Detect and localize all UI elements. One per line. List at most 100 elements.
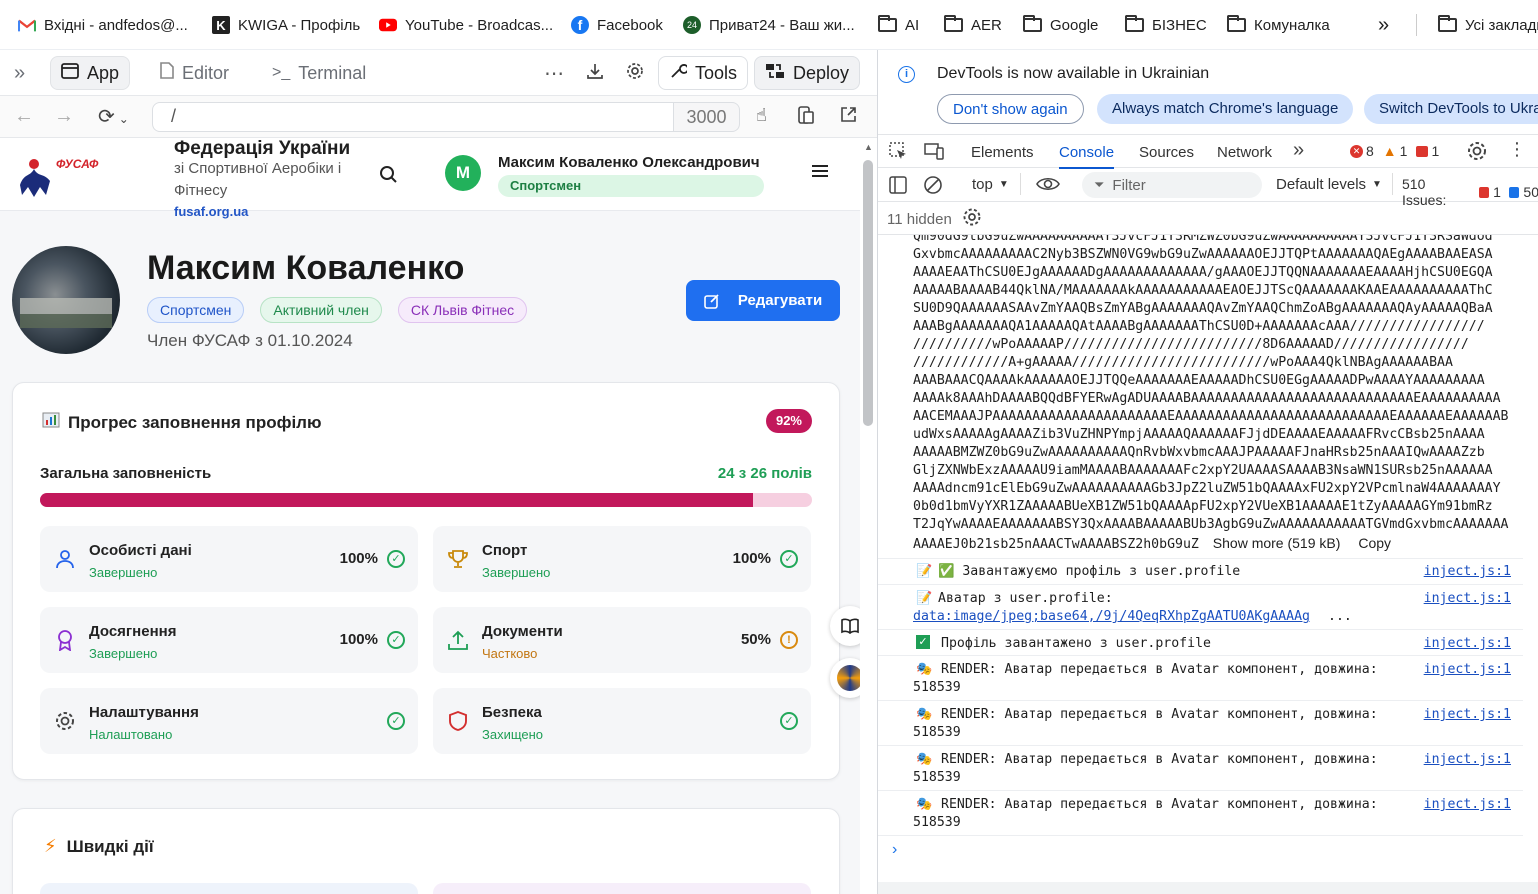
match-language-button[interactable]: Always match Chrome's language bbox=[1097, 94, 1354, 124]
context-selector[interactable]: top ▼ bbox=[972, 176, 1009, 193]
more-tabs-button[interactable]: » bbox=[1293, 139, 1304, 162]
error-counter[interactable]: ✕ 8 ▲ 1 1 bbox=[1350, 143, 1439, 159]
bookmark-kwiga[interactable]: K KWIGA - Профіль bbox=[212, 0, 360, 50]
console-message: Профіль завантажено з user.profile bbox=[941, 636, 1211, 651]
quick-action-item[interactable] bbox=[433, 883, 811, 894]
base64-line: SU0D9QAAAAAASAAvZmYAAQBsZmYABgAAAAAAAQAv… bbox=[913, 301, 1493, 316]
gmail-icon bbox=[18, 16, 36, 34]
tab-console[interactable]: Console bbox=[1059, 144, 1115, 169]
org-link[interactable]: fusaf.org.ua bbox=[174, 204, 248, 219]
quick-action-item[interactable] bbox=[40, 883, 418, 894]
section-personal[interactable]: Особисті дані Завершено 100% ✓ bbox=[40, 526, 418, 592]
source-link[interactable]: inject.js:1 bbox=[1424, 662, 1511, 677]
more-options-button[interactable]: ⋯ bbox=[534, 56, 574, 90]
club-badge: СК Львів Фітнес bbox=[397, 297, 528, 323]
bookmark-facebook[interactable]: f Facebook bbox=[571, 0, 663, 50]
fields-count: 24 з 26 полів bbox=[717, 465, 812, 482]
section-achievements[interactable]: Досягнення Завершено 100% ✓ bbox=[40, 607, 418, 673]
eye-icon[interactable] bbox=[1036, 176, 1060, 197]
divider bbox=[878, 790, 1523, 791]
reload-button[interactable]: ⟳ ⌄ bbox=[98, 104, 129, 129]
section-sport[interactable]: Спорт Завершено 100% ✓ bbox=[433, 526, 811, 592]
inspect-element-icon[interactable] bbox=[889, 142, 907, 165]
section-name: Досягнення bbox=[89, 623, 177, 640]
quick-actions-heading: ⚡ Швидкі дії bbox=[44, 836, 154, 857]
bookmark-folder-aer[interactable]: AER bbox=[944, 0, 1002, 50]
switch-language-button[interactable]: Switch DevTools to Ukrainian bbox=[1364, 94, 1538, 124]
dont-show-again-button[interactable]: Don't show again bbox=[937, 94, 1084, 124]
download-button[interactable] bbox=[576, 56, 614, 90]
tab-editor[interactable]: Editor bbox=[150, 56, 239, 90]
sidebar-toggle-icon[interactable] bbox=[889, 176, 907, 199]
bookmark-folder-ai[interactable]: AI bbox=[878, 0, 919, 50]
bookmark-folder-google[interactable]: Google bbox=[1023, 0, 1098, 50]
scrollbar-thumb[interactable] bbox=[863, 160, 873, 426]
show-more-button[interactable]: Show more (519 kB) bbox=[1213, 535, 1341, 551]
fusaf-logo[interactable]: ФУСАФ bbox=[16, 155, 100, 199]
kebab-menu-icon[interactable]: ⋮ bbox=[1508, 139, 1526, 160]
settings-button[interactable] bbox=[616, 56, 654, 90]
device-toolbar-icon[interactable] bbox=[924, 142, 944, 165]
source-link[interactable]: inject.js:1 bbox=[1424, 591, 1511, 606]
console-value: 518539 bbox=[913, 680, 961, 695]
port-selector[interactable]: 3000 bbox=[674, 102, 740, 132]
devtools-settings-icon[interactable] bbox=[1466, 140, 1488, 167]
edit-profile-button[interactable]: Редагувати bbox=[686, 280, 840, 321]
url-input[interactable]: / bbox=[152, 102, 674, 132]
log-levels-selector[interactable]: Default levels ▼ bbox=[1276, 176, 1382, 193]
issues-counter[interactable]: 510 Issues: 1 50 bbox=[1402, 176, 1538, 208]
more-bookmarks-button[interactable]: » bbox=[1378, 0, 1389, 50]
bookmark-gmail[interactable]: Вхідні - andfedos@... bbox=[18, 0, 188, 50]
source-link[interactable]: inject.js:1 bbox=[1424, 564, 1511, 579]
search-button[interactable] bbox=[379, 165, 398, 189]
bookmark-privat24[interactable]: 24 Приват24 - Ваш жи... bbox=[683, 0, 855, 50]
base64-line: Qm90dG9tbG9uZwAAAAAAAAAAY3JvcFJ1Y3RMZWZ0… bbox=[913, 234, 1493, 244]
theater-icon: 🎭 bbox=[916, 706, 933, 721]
tab-terminal[interactable]: >_ Terminal bbox=[262, 56, 376, 90]
bookmark-folder-utilities[interactable]: Комуналка bbox=[1227, 0, 1330, 50]
folder-icon bbox=[878, 15, 897, 32]
console-message: Аватар з user.profile: bbox=[938, 591, 1113, 606]
section-documents[interactable]: Документи Частково 50% ! bbox=[433, 607, 811, 673]
folder-icon bbox=[1023, 15, 1042, 32]
tools-button[interactable]: Tools bbox=[658, 56, 749, 90]
filter-input[interactable]: ⏷ Filter bbox=[1082, 172, 1262, 198]
deploy-button[interactable]: Deploy bbox=[754, 56, 861, 90]
source-link[interactable]: inject.js:1 bbox=[1424, 752, 1511, 767]
base64-tail: AAAAEJ0b21sb25nAAACTwAAAABSZ2h0bG9uZ bbox=[913, 537, 1199, 552]
bookmark-youtube[interactable]: YouTube - Broadcas... bbox=[379, 0, 553, 50]
back-button[interactable]: ← bbox=[14, 105, 34, 128]
data-url-link[interactable]: data:image/jpeg;base64,/9j/4QeqRXhpZgAAT… bbox=[913, 609, 1310, 624]
role-badge: Спортсмен bbox=[147, 297, 245, 323]
folder-icon bbox=[1438, 15, 1457, 32]
menu-button[interactable] bbox=[811, 163, 829, 184]
avatar[interactable]: M bbox=[445, 155, 481, 191]
console-settings-icon[interactable] bbox=[962, 207, 982, 231]
bookmark-all-bookmarks[interactable]: Усі закладки bbox=[1438, 0, 1538, 50]
tab-elements[interactable]: Elements bbox=[971, 144, 1034, 161]
bookmark-folder-business[interactable]: БІЗНЕС bbox=[1125, 0, 1207, 50]
chevron-double-right-icon: » bbox=[1378, 13, 1390, 36]
section-settings[interactable]: Налаштування Налаштовано ✓ bbox=[40, 688, 418, 754]
pointer-icon[interactable]: ☝ bbox=[756, 105, 767, 126]
source-link[interactable]: inject.js:1 bbox=[1424, 707, 1511, 722]
tab-app[interactable]: App bbox=[50, 56, 131, 90]
devices-icon[interactable] bbox=[798, 106, 814, 129]
section-name: Документи bbox=[482, 623, 563, 640]
section-status: Завершено bbox=[482, 565, 551, 580]
issues-label: 510 Issues: bbox=[1402, 176, 1447, 208]
console-prompt[interactable]: › bbox=[892, 841, 897, 859]
clear-console-icon[interactable] bbox=[923, 175, 943, 200]
preview-scrollbar[interactable]: ▲ bbox=[860, 138, 877, 894]
forward-button[interactable]: → bbox=[54, 105, 74, 128]
levels-label: Default levels bbox=[1276, 176, 1367, 193]
tab-sources[interactable]: Sources bbox=[1139, 144, 1194, 161]
expand-sidebar-button[interactable]: » bbox=[4, 56, 35, 90]
tab-network[interactable]: Network bbox=[1217, 144, 1272, 161]
console-message: ✅ Завантажуємо профіль з user.profile bbox=[938, 564, 1241, 579]
copy-button[interactable]: Copy bbox=[1358, 535, 1391, 551]
open-new-tab-icon[interactable] bbox=[840, 106, 857, 128]
source-link[interactable]: inject.js:1 bbox=[1424, 636, 1511, 651]
section-security[interactable]: Безпека Захищено ✓ bbox=[433, 688, 811, 754]
source-link[interactable]: inject.js:1 bbox=[1424, 797, 1511, 812]
